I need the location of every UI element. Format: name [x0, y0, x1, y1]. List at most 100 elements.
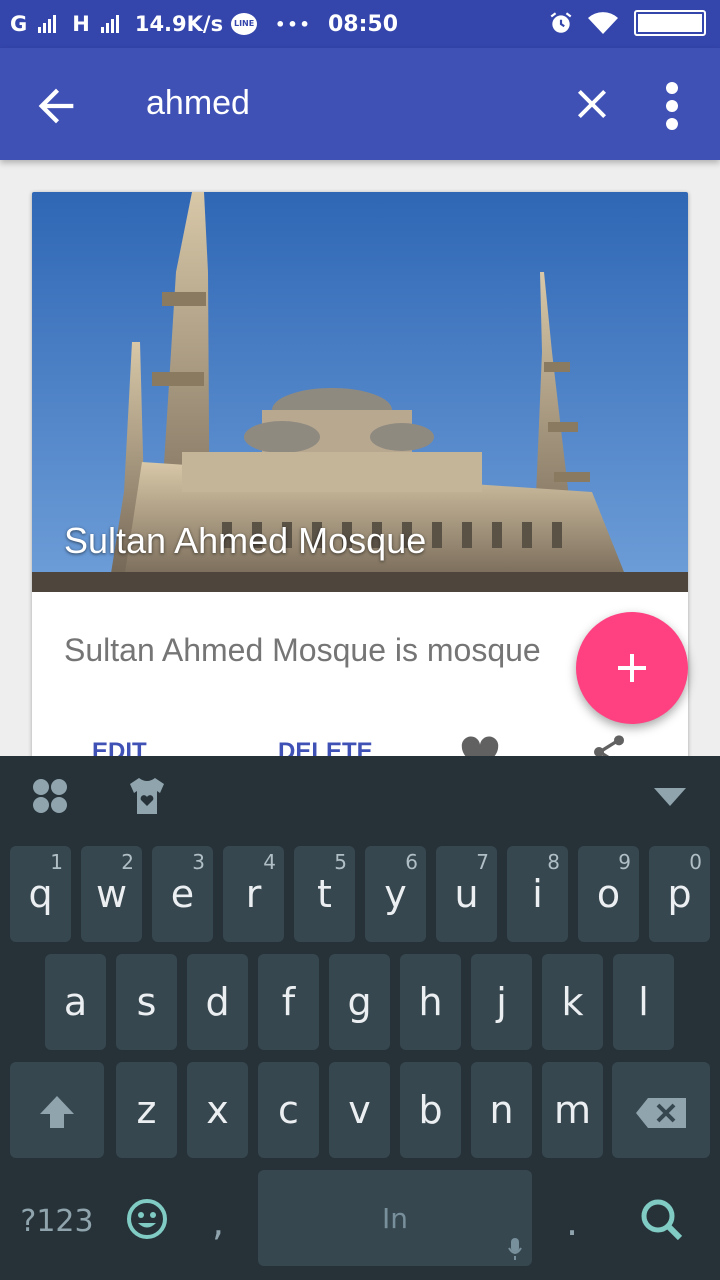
key-y[interactable]: y6 [365, 846, 426, 942]
key-number-hint: 6 [405, 850, 418, 874]
key-label: m [553, 1088, 592, 1132]
key-v[interactable]: v [329, 1062, 390, 1158]
search-app-bar: ahmed [0, 48, 720, 160]
key-number-hint: 1 [50, 850, 63, 874]
network-speed: 14.9K/s [134, 12, 224, 36]
search-key[interactable] [612, 1170, 710, 1266]
key-b[interactable]: b [400, 1062, 461, 1158]
key-o[interactable]: o9 [578, 846, 639, 942]
key-label: k [561, 980, 584, 1024]
key-number-hint: 9 [618, 850, 631, 874]
key-x[interactable]: x [187, 1062, 248, 1158]
signal-icon-2 [100, 15, 121, 33]
key-t[interactable]: t5 [294, 846, 355, 942]
key-u[interactable]: u7 [436, 846, 497, 942]
space-key[interactable]: In [258, 1170, 532, 1266]
search-input[interactable]: ahmed [146, 84, 250, 123]
symbols-key[interactable]: ?123 [10, 1170, 104, 1266]
more-options-icon[interactable] [652, 80, 692, 132]
key-z[interactable]: z [116, 1062, 177, 1158]
emoji-key[interactable] [116, 1170, 178, 1266]
clear-search-icon[interactable] [568, 80, 616, 128]
space-key-label: In [381, 1202, 408, 1235]
key-label: w [95, 872, 128, 916]
key-label: g [347, 980, 372, 1024]
key-e[interactable]: e3 [152, 846, 213, 942]
card-description: Sultan Ahmed Mosque is mosque [64, 632, 541, 668]
key-label: q [28, 872, 53, 916]
more-notifications-icon: ••• [275, 14, 312, 34]
period-key-label: . [565, 1200, 579, 1244]
period-key[interactable]: . [542, 1170, 602, 1266]
search-icon [641, 1199, 683, 1241]
key-label: c [278, 1088, 299, 1132]
shift-key[interactable] [10, 1062, 104, 1158]
theme-shirt-icon[interactable] [126, 776, 168, 816]
key-label: i [532, 872, 543, 916]
signal-icon-1 [38, 15, 58, 33]
key-number-hint: 4 [263, 850, 276, 874]
key-q[interactable]: q1 [10, 846, 71, 942]
key-label: o [596, 872, 621, 916]
wifi-icon [588, 12, 618, 34]
back-arrow-icon[interactable] [30, 80, 82, 132]
key-j[interactable]: j [471, 954, 532, 1050]
key-label: l [638, 980, 649, 1024]
key-a[interactable]: a [45, 954, 106, 1050]
key-n[interactable]: n [471, 1062, 532, 1158]
key-i[interactable]: i8 [507, 846, 568, 942]
alarm-icon [550, 12, 572, 33]
key-p[interactable]: p0 [649, 846, 710, 942]
key-label: z [136, 1088, 157, 1132]
key-f[interactable]: f [258, 954, 319, 1050]
status-left: G H 14.9K/s LINE ••• [10, 12, 320, 36]
key-label: s [136, 980, 157, 1024]
comma-key-label: , [211, 1200, 225, 1244]
add-fab-button[interactable] [576, 612, 688, 724]
plus-icon [618, 654, 646, 682]
key-number-hint: 3 [192, 850, 205, 874]
key-s[interactable]: s [116, 954, 177, 1050]
key-d[interactable]: d [187, 954, 248, 1050]
soft-keyboard: ?123 , In . q1w2e3r4t5y6u7i8o9p0asdfghjk… [0, 756, 720, 1280]
key-m[interactable]: m [542, 1062, 603, 1158]
key-number-hint: 7 [476, 850, 489, 874]
collapse-keyboard-icon[interactable] [654, 788, 686, 806]
key-label: a [63, 980, 88, 1024]
status-right [548, 10, 706, 36]
key-g[interactable]: g [329, 954, 390, 1050]
backspace-key[interactable] [612, 1062, 710, 1158]
clock: 08:50 [328, 12, 399, 37]
key-number-hint: 2 [121, 850, 134, 874]
battery-icon [634, 10, 706, 36]
mic-icon [508, 1238, 522, 1260]
key-label: v [348, 1088, 371, 1132]
backspace-icon [636, 1098, 686, 1128]
apps-icon[interactable] [30, 776, 70, 816]
key-c[interactable]: c [258, 1062, 319, 1158]
key-label: y [384, 872, 407, 916]
key-number-hint: 0 [689, 850, 702, 874]
key-label: u [454, 872, 479, 916]
status-bar: G H 14.9K/s LINE ••• 08:50 [0, 0, 720, 48]
key-label: h [418, 980, 443, 1024]
key-r[interactable]: r4 [223, 846, 284, 942]
key-number-hint: 8 [547, 850, 560, 874]
emoji-icon [127, 1199, 167, 1239]
key-h[interactable]: h [400, 954, 461, 1050]
key-w[interactable]: w2 [81, 846, 142, 942]
key-label: f [281, 980, 296, 1024]
key-k[interactable]: k [542, 954, 603, 1050]
shift-icon [40, 1096, 74, 1128]
comma-key[interactable]: , [188, 1170, 248, 1266]
line-app-icon: LINE [231, 13, 258, 35]
key-label: t [317, 872, 332, 916]
key-label: x [206, 1088, 229, 1132]
key-l[interactable]: l [613, 954, 674, 1050]
symbols-key-label: ?123 [20, 1204, 94, 1239]
key-label: d [205, 980, 230, 1024]
key-label: p [667, 872, 692, 916]
key-label: b [418, 1088, 443, 1132]
carrier-1: G [10, 12, 28, 36]
card-title: Sultan Ahmed Mosque [64, 520, 427, 561]
